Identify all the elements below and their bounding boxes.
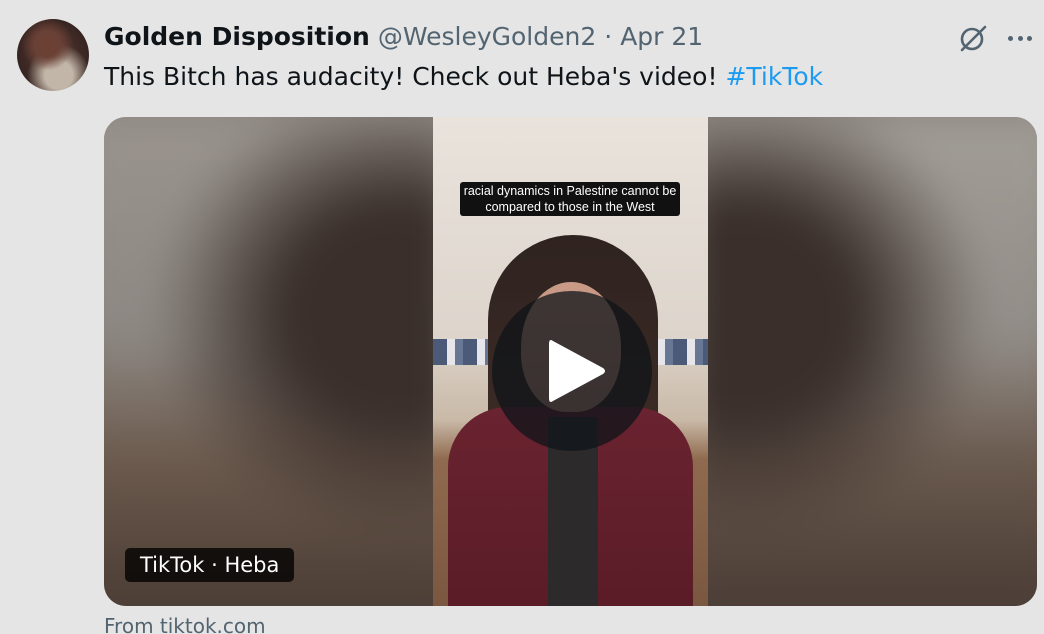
tweet-header: Golden Disposition @WesleyGolden2 · Apr … [104,20,703,54]
separator-dot: · [604,22,613,51]
play-icon [549,340,605,402]
video-source-label: TikTok · Heba [125,548,295,582]
hashtag-link[interactable]: #TikTok [725,62,823,91]
avatar[interactable] [17,19,89,91]
video-caption: racial dynamics in Palestine cannot be c… [460,182,680,216]
video-card[interactable]: racial dynamics in Palestine cannot be c… [104,117,1037,606]
more-icon[interactable] [1005,24,1035,52]
user-handle[interactable]: @WesleyGolden2 [378,20,596,54]
display-name[interactable]: Golden Disposition [104,20,370,54]
play-button[interactable] [492,291,652,451]
blurred-background-right [687,117,1037,606]
blurred-background-left [104,117,454,606]
tweet-text-main: This Bitch has audacity! Check out Heba'… [104,62,726,91]
link-source[interactable]: From tiktok.com [104,613,266,634]
tweet: Golden Disposition @WesleyGolden2 · Apr … [0,0,1044,634]
tweet-date[interactable]: Apr 21 [620,20,703,54]
grok-icon[interactable] [957,22,989,54]
tweet-text: This Bitch has audacity! Check out Heba'… [104,60,823,94]
